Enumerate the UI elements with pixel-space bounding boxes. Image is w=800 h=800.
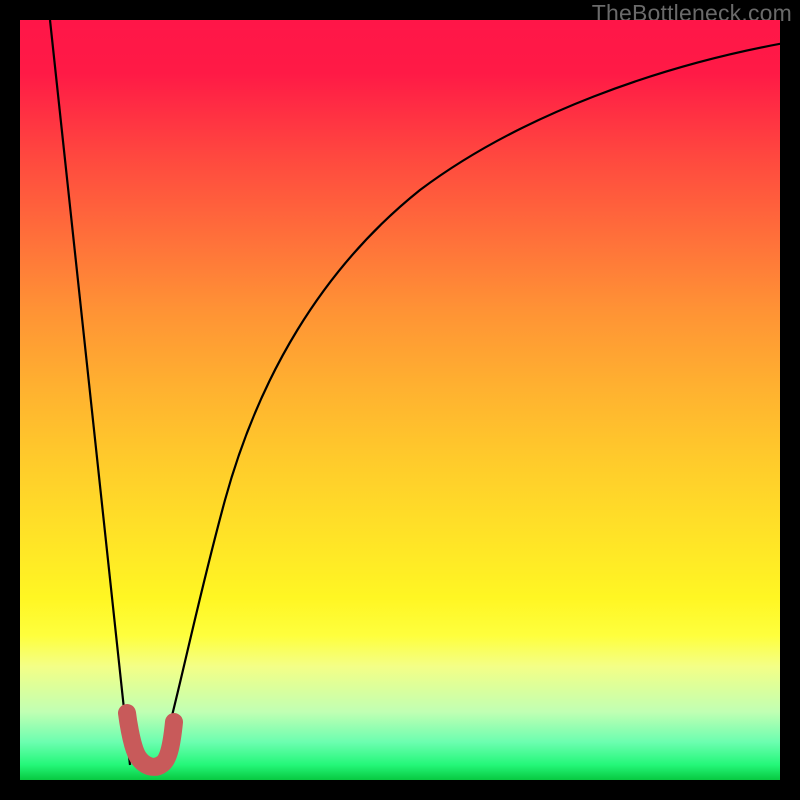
curve-right-arm bbox=[160, 42, 780, 760]
j-marker bbox=[127, 713, 174, 767]
chart-svg bbox=[20, 20, 780, 780]
plot-area bbox=[20, 20, 780, 780]
chart-frame: TheBottleneck.com bbox=[0, 0, 800, 800]
curve-left-arm bbox=[50, 20, 130, 765]
